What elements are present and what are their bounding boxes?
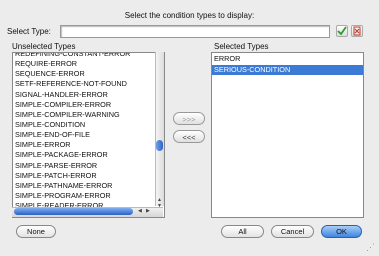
- unselected-list-item[interactable]: SIMPLE-ERROR: [15, 140, 130, 150]
- cancel-button[interactable]: Cancel: [271, 225, 314, 238]
- unselected-list-item[interactable]: SIMPLE-PARSE-ERROR: [15, 161, 130, 171]
- unselected-list-item[interactable]: SIMPLE-PATHNAME-ERROR: [15, 181, 130, 191]
- unselected-list-item[interactable]: SETF-REFERENCE-NOT-FOUND: [15, 79, 130, 89]
- resize-grip-icon[interactable]: ⋰: [366, 243, 375, 252]
- unselected-list-item[interactable]: SIMPLE-PROGRAM-ERROR: [15, 191, 130, 201]
- unselected-list-item[interactable]: SIGNAL-HANDLER-ERROR: [15, 90, 130, 100]
- vertical-scroll-thumb[interactable]: [156, 140, 163, 151]
- selected-list-item[interactable]: ERROR: [212, 54, 363, 65]
- checkmark-icon: [337, 26, 347, 36]
- selected-list-item[interactable]: SERIOUS-CONDITION: [212, 64, 363, 75]
- unselected-types-label: Unselected Types: [12, 42, 76, 51]
- select-type-input[interactable]: [60, 25, 330, 38]
- selected-types-list[interactable]: ERROR SERIOUS-CONDITION: [211, 52, 364, 218]
- add-to-selected-button[interactable]: >>>: [173, 112, 205, 125]
- unselected-list-item[interactable]: SIMPLE-COMPILER-ERROR: [15, 100, 130, 110]
- unselected-list-item[interactable]: SIMPLE-PATCH-ERROR: [15, 171, 130, 181]
- unselected-list-item[interactable]: SEQUENCE-ERROR: [15, 69, 130, 79]
- none-button[interactable]: None: [16, 225, 56, 238]
- apply-filter-button[interactable]: [336, 25, 348, 37]
- unselected-types-list[interactable]: REDEFINING-CONSTANT-ERROR REQUIRE-ERROR SE…: [12, 52, 165, 218]
- unselected-list-item[interactable]: SIMPLE-CONDITION: [15, 120, 130, 130]
- unselected-list-item[interactable]: REDEFINING-CONSTANT-ERROR: [15, 53, 130, 59]
- select-type-label: Select Type:: [7, 27, 51, 36]
- unselected-list-item[interactable]: SIMPLE-PACKAGE-ERROR: [15, 150, 130, 160]
- clear-filter-icon: [353, 26, 361, 36]
- horizontal-scroll-thumb[interactable]: [14, 208, 133, 215]
- vertical-scrollbar[interactable]: [155, 52, 164, 206]
- clear-filter-button[interactable]: [351, 25, 363, 37]
- scroll-left-arrow-icon[interactable]: ◀: [138, 208, 142, 214]
- unselected-list-item[interactable]: SIMPLE-END-OF-FILE: [15, 130, 130, 140]
- selected-types-label: Selected Types: [214, 42, 269, 51]
- scroll-right-arrow-icon[interactable]: ▶: [146, 208, 150, 214]
- remove-from-selected-button[interactable]: <<<: [173, 130, 205, 143]
- all-button[interactable]: All: [221, 225, 264, 238]
- unselected-list-item[interactable]: SIMPLE-COMPILER-WARNING: [15, 110, 130, 120]
- selected-list-items: ERROR SERIOUS-CONDITION: [212, 54, 363, 75]
- unselected-list-items: REDEFINING-CONSTANT-ERROR REQUIRE-ERROR SE…: [15, 53, 130, 211]
- ok-button[interactable]: OK: [321, 225, 362, 238]
- dialog-prompt: Select the condition types to display:: [124, 11, 255, 20]
- unselected-list-item[interactable]: REQUIRE-ERROR: [15, 59, 130, 69]
